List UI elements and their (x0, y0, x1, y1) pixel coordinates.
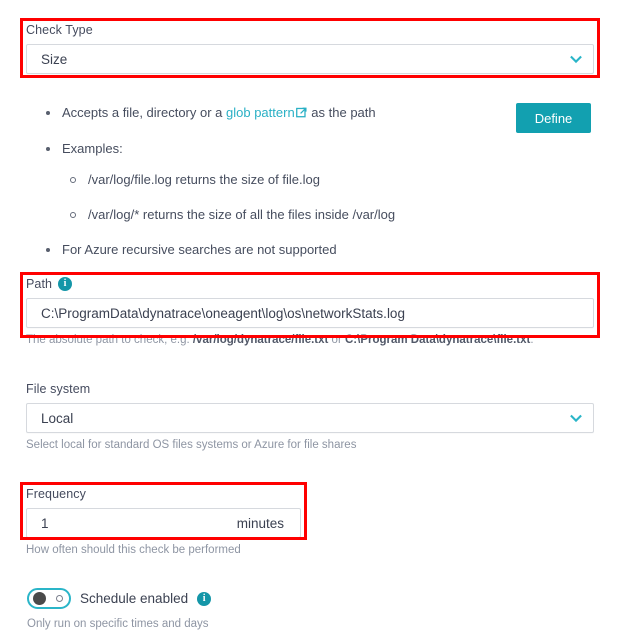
path-hint-example-windows: C:\Program Data\dynatrace\file.txt (344, 334, 531, 346)
info-icon[interactable]: i (197, 591, 212, 606)
file-system-value: Local (41, 410, 74, 426)
file-system-label-text: File system (26, 382, 91, 396)
path-hint-suffix: . (530, 334, 534, 346)
schedule-hint: Only run on specific times and days (27, 618, 209, 630)
info-icon[interactable]: i (58, 277, 73, 291)
path-value: C:\ProgramData\dynatrace\oneagent\log\os… (41, 305, 405, 321)
frequency-field: Frequency 1 minutes How often should thi… (26, 486, 301, 558)
list-item: /var/log/* returns the size of all the f… (62, 207, 510, 223)
list-item: Accepts a file, directory or a glob patt… (40, 105, 510, 122)
path-hint-prefix: The absolute path to check, e.g. (26, 334, 193, 346)
path-input[interactable]: C:\ProgramData\dynatrace\oneagent\log\os… (26, 298, 594, 328)
frequency-label-text: Frequency (26, 487, 86, 501)
file-system-hint: Select local for standard OS files syste… (26, 439, 357, 451)
path-label: Path i (26, 276, 594, 292)
path-field: Path i C:\ProgramData\dynatrace\oneagent… (26, 276, 594, 348)
list-item: Examples: /var/log/file.log returns the … (40, 141, 510, 223)
list-item: For Azure recursive searches are not sup… (40, 242, 510, 258)
frequency-unit: minutes (236, 515, 284, 531)
frequency-input[interactable]: 1 minutes (26, 508, 301, 538)
check-type-field: Check Type Size (26, 22, 594, 74)
list-item: /var/log/file.log returns the size of fi… (62, 172, 510, 188)
file-system-field: File system Local Select local for stand… (26, 381, 594, 453)
check-type-value: Size (41, 51, 68, 67)
glob-pattern-link[interactable]: glob pattern (226, 105, 295, 120)
examples-list: /var/log/file.log returns the size of fi… (62, 172, 510, 223)
bullet-1-text-before: Accepts a file, directory or a (62, 105, 227, 120)
path-hint-middle: or (328, 334, 345, 346)
check-type-description: Accepts a file, directory or a glob patt… (40, 105, 510, 277)
chevron-down-icon[interactable] (569, 52, 583, 66)
file-system-label: File system (26, 381, 594, 397)
bullet-2-text: Examples: (62, 141, 123, 156)
define-button[interactable]: Define (516, 103, 591, 133)
chevron-down-icon[interactable] (569, 411, 583, 425)
path-label-text: Path (26, 277, 53, 291)
schedule-enabled-toggle[interactable] (27, 588, 71, 609)
external-link-icon[interactable] (295, 106, 307, 122)
frequency-hint: How often should this check be performed (26, 544, 241, 556)
schedule-enabled-label: Schedule enabled (80, 591, 189, 606)
toggle-off-indicator-icon (56, 595, 63, 602)
check-type-select[interactable]: Size (26, 44, 594, 74)
frequency-label: Frequency (26, 486, 301, 502)
description-list: Accepts a file, directory or a glob patt… (40, 105, 510, 258)
path-hint-example-unix: /var/log/dynatrace/file.txt (192, 334, 329, 346)
path-hint: The absolute path to check, e.g. /var/lo… (26, 333, 594, 348)
toggle-knob (33, 592, 46, 605)
check-type-label-text: Check Type (26, 23, 93, 37)
check-configuration-form: Check Type Size Accepts a file, director… (0, 0, 639, 639)
schedule-enabled-row: Schedule enabled i (27, 588, 212, 609)
file-system-select[interactable]: Local (26, 403, 594, 433)
check-type-label: Check Type (26, 22, 594, 38)
frequency-value: 1 (41, 515, 49, 531)
bullet-1-text-after: as the path (307, 105, 376, 120)
bullet-3-text: For Azure recursive searches are not sup… (62, 242, 337, 257)
